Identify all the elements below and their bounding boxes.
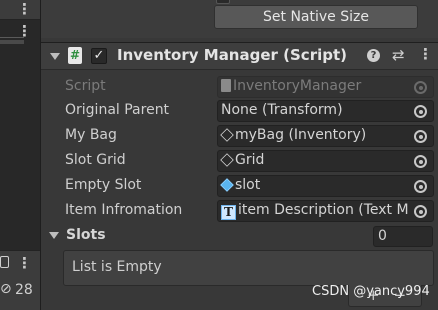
fold-arrow-icon[interactable] <box>50 53 60 60</box>
watermark: CSDN @yancy994 <box>312 284 430 299</box>
object-picker-icon <box>414 81 427 94</box>
property-label-slot-grid: Slot Grid <box>65 152 126 168</box>
hidden-count: 28 <box>15 282 33 298</box>
project-menu-icon[interactable]: ⋮ <box>17 256 32 271</box>
prefab-icon <box>220 178 234 192</box>
component-enable-checkbox[interactable]: ✓ <box>91 48 107 64</box>
presets-icon[interactable]: ⇄ <box>392 46 405 64</box>
gameobject-icon <box>220 153 234 167</box>
slot-grid-field[interactable]: Grid <box>217 150 434 172</box>
slots-fold-arrow-icon[interactable] <box>49 232 59 239</box>
property-label-script: Script <box>65 78 106 94</box>
empty-slot-value: slot <box>235 177 261 193</box>
item-infromation-value: item Description (Text M <box>238 202 409 218</box>
object-picker-icon[interactable] <box>414 155 427 168</box>
slot-grid-value: Grid <box>235 152 265 168</box>
csharp-script-icon: # <box>68 47 82 64</box>
property-label-empty-slot: Empty Slot <box>65 177 142 193</box>
object-picker-icon[interactable] <box>414 205 427 218</box>
script-field: InventoryManager <box>217 76 434 98</box>
help-icon[interactable]: ? <box>367 49 380 62</box>
script-field-value: InventoryManager <box>233 78 362 94</box>
slots-size-field[interactable]: 0 <box>373 226 433 247</box>
object-picker-icon[interactable] <box>414 180 427 193</box>
script-file-icon <box>221 79 231 92</box>
my-bag-value: myBag (Inventory) <box>235 127 367 143</box>
set-native-size-button[interactable]: Set Native Size <box>214 5 418 29</box>
original-parent-field[interactable]: None (Transform) <box>217 100 434 122</box>
visibility-icon[interactable]: ⊘ <box>0 281 12 297</box>
original-parent-value: None (Transform) <box>221 102 343 118</box>
object-picker-icon[interactable] <box>414 130 427 143</box>
hierarchy-item-menu-icon[interactable]: ⋮ <box>17 24 32 39</box>
property-label-item-infromation: Item Infromation <box>65 202 183 218</box>
component-title: Inventory Manager (Script) <box>117 46 347 64</box>
text-component-icon: T <box>221 205 236 220</box>
my-bag-field[interactable]: myBag (Inventory) <box>217 125 434 147</box>
lock-icon[interactable] <box>0 256 9 268</box>
object-picker-icon[interactable] <box>414 105 427 118</box>
item-infromation-field[interactable]: Titem Description (Text M <box>217 200 434 222</box>
property-label-my-bag: My Bag <box>65 127 117 143</box>
property-label-original-parent: Original Parent <box>65 102 170 118</box>
component-menu-icon[interactable]: ⋮ <box>418 47 433 62</box>
hierarchy-selected-row[interactable] <box>0 40 24 44</box>
empty-slot-field[interactable]: slot <box>217 175 434 197</box>
hierarchy-menu-icon[interactable]: ⋮ <box>17 2 32 17</box>
list-empty-message: List is Empty <box>72 259 162 275</box>
preserve-aspect-toggle[interactable] <box>216 0 230 4</box>
slots-list: List is Empty <box>63 250 434 286</box>
slots-label: Slots <box>66 227 106 243</box>
scriptable-object-icon <box>220 128 234 142</box>
